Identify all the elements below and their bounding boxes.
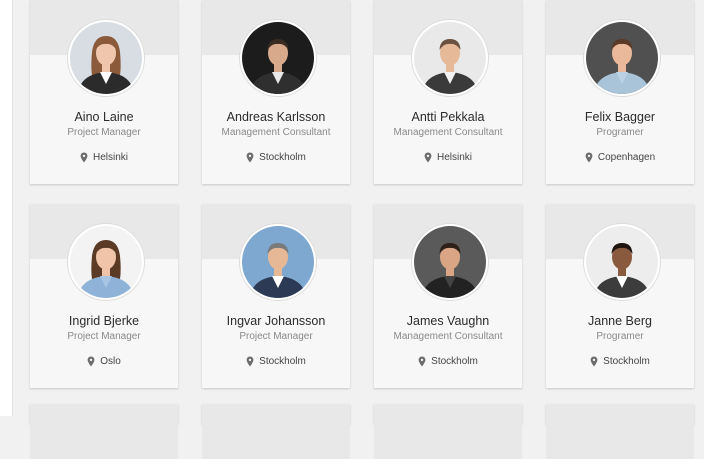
person-location: Helsinki <box>30 152 178 163</box>
location-label: Stockholm <box>603 356 650 367</box>
card-header-band <box>546 404 694 459</box>
location-pin-icon <box>246 152 254 163</box>
location-label: Copenhagen <box>597 152 656 163</box>
person-role: Project Manager <box>67 331 141 342</box>
location-label: Stockholm <box>431 356 478 367</box>
person-card[interactable]: Antti Pekkala Management Consultant Hels… <box>374 0 522 184</box>
location-pin-icon <box>418 356 426 367</box>
card-header-band <box>30 404 178 459</box>
location-label: Oslo <box>100 356 121 367</box>
location-pin-icon <box>585 152 593 163</box>
avatar[interactable] <box>68 20 144 96</box>
location-pin-icon <box>246 356 254 367</box>
location-label: Stockholm <box>259 356 306 367</box>
location-pin-icon <box>80 152 88 163</box>
person-role: Programer <box>596 127 644 138</box>
person-name: Andreas Karlsson <box>226 110 326 124</box>
location-pin-icon <box>590 356 598 367</box>
person-name: Janne Berg <box>588 314 652 328</box>
person-card[interactable] <box>374 404 522 459</box>
person-name: Aino Laine <box>74 110 134 124</box>
card-header-band <box>374 404 522 459</box>
avatar[interactable] <box>240 224 316 300</box>
person-role: Project Manager <box>67 127 141 138</box>
person-card[interactable]: Felix Bagger Programer Copenhagen <box>546 0 694 184</box>
person-role: Management Consultant <box>393 331 503 342</box>
person-role: Management Consultant <box>221 127 331 138</box>
people-grid: Aino Laine Project Manager Helsinki Andr… <box>0 0 704 459</box>
avatar[interactable] <box>412 224 488 300</box>
person-name: James Vaughn <box>406 314 490 328</box>
location-label: Stockholm <box>259 152 306 163</box>
avatar[interactable] <box>412 20 488 96</box>
avatar[interactable] <box>240 20 316 96</box>
person-name: Ingrid Bjerke <box>68 314 140 328</box>
person-role: Programer <box>596 331 644 342</box>
person-card[interactable]: Ingvar Johansson Project Manager Stockho… <box>202 204 350 388</box>
location-label: Helsinki <box>92 152 128 163</box>
avatar[interactable] <box>584 20 660 96</box>
location-pin-icon <box>87 356 95 367</box>
person-card[interactable]: Aino Laine Project Manager Helsinki <box>30 0 178 184</box>
person-card[interactable] <box>546 404 694 459</box>
person-card[interactable] <box>30 404 178 459</box>
person-role: Management Consultant <box>393 127 503 138</box>
person-card[interactable] <box>202 404 350 459</box>
person-name: Ingvar Johansson <box>226 314 326 328</box>
person-name: Felix Bagger <box>584 110 656 124</box>
avatar[interactable] <box>68 224 144 300</box>
card-header-band <box>202 404 350 459</box>
person-location: Stockholm <box>202 152 350 163</box>
person-card[interactable]: Janne Berg Programer Stockholm <box>546 204 694 388</box>
person-card[interactable]: Andreas Karlsson Management Consultant S… <box>202 0 350 184</box>
person-location: Oslo <box>30 356 178 367</box>
person-location: Stockholm <box>374 356 522 367</box>
person-card[interactable]: Ingrid Bjerke Project Manager Oslo <box>30 204 178 388</box>
avatar[interactable] <box>584 224 660 300</box>
person-card[interactable]: James Vaughn Management Consultant Stock… <box>374 204 522 388</box>
location-label: Helsinki <box>436 152 472 163</box>
person-location: Stockholm <box>202 356 350 367</box>
person-location: Copenhagen <box>546 152 694 163</box>
person-location: Helsinki <box>374 152 522 163</box>
person-location: Stockholm <box>546 356 694 367</box>
location-pin-icon <box>424 152 432 163</box>
person-role: Project Manager <box>239 331 313 342</box>
person-name: Antti Pekkala <box>411 110 485 124</box>
